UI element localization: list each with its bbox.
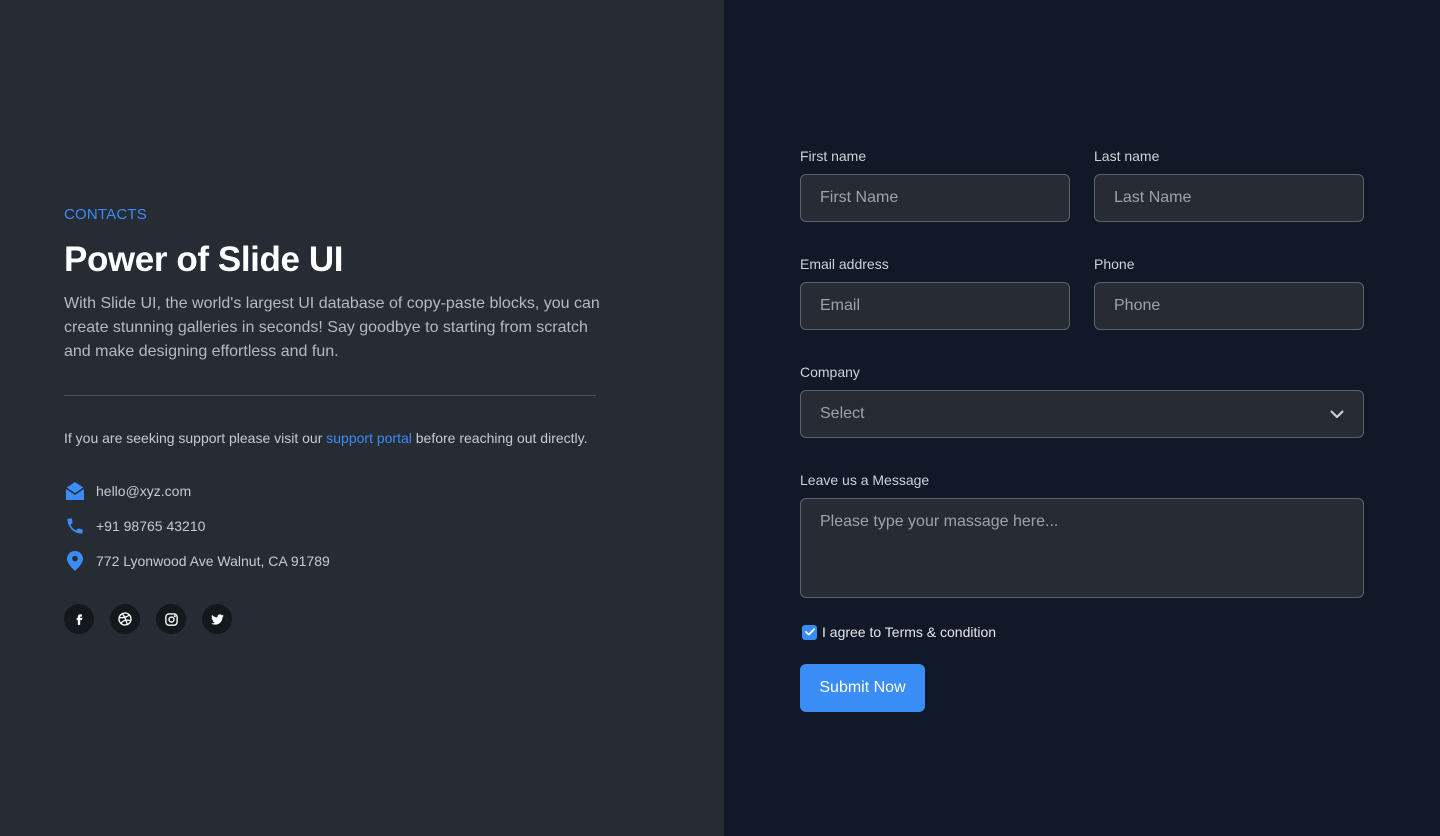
contact-email: hello@xyz.com [64, 480, 664, 502]
name-row: First name First Name Last name Last Nam… [800, 148, 1364, 222]
contact-phone-text: +91 98765 43210 [96, 518, 206, 534]
contact-address: 772 Lyonwood Ave Walnut, CA 91789 [64, 550, 664, 572]
support-text: If you are seeking support please visit … [64, 428, 664, 448]
dribbble-icon [118, 612, 132, 626]
contact-form: First name First Name Last name Last Nam… [800, 148, 1364, 712]
facebook-link[interactable] [64, 604, 94, 634]
terms-label[interactable]: I agree to Terms & condition [822, 624, 996, 640]
phone-group: Phone Phone [1094, 256, 1364, 330]
contact-info-content: CONTACTS Power of Slide UI With Slide UI… [64, 206, 664, 634]
support-text-prefix: If you are seeking support please visit … [64, 430, 327, 446]
company-label: Company [800, 364, 860, 380]
instagram-link[interactable] [156, 604, 186, 634]
message-group: Leave us a Message Please type your mass… [800, 472, 1364, 598]
last-name-input[interactable]: Last Name [1094, 174, 1364, 222]
instagram-icon [164, 612, 178, 626]
contact-address-text: 772 Lyonwood Ave Walnut, CA 91789 [96, 553, 330, 569]
chevron-down-icon [1330, 410, 1344, 418]
terms-row: I agree to Terms & condition [800, 624, 1364, 640]
company-select[interactable]: Select [800, 390, 1364, 438]
company-group: Company Select [800, 364, 1364, 438]
phone-label: Phone [1094, 256, 1135, 272]
support-portal-link[interactable]: support portal [326, 430, 412, 446]
contact-list: hello@xyz.com +91 98765 43210 772 Lyonwo… [64, 480, 664, 572]
contact-info-panel: CONTACTS Power of Slide UI With Slide UI… [0, 0, 724, 836]
contact-email-text: hello@xyz.com [96, 483, 192, 499]
message-label: Leave us a Message [800, 472, 930, 488]
submit-button[interactable]: Submit Now [800, 664, 925, 712]
contact-page: CONTACTS Power of Slide UI With Slide UI… [0, 0, 1440, 836]
first-name-input[interactable]: First Name [800, 174, 1070, 222]
section-eyebrow: CONTACTS [64, 206, 147, 223]
mail-icon [64, 480, 86, 502]
facebook-icon [76, 614, 83, 625]
phone-icon [64, 515, 86, 537]
social-links [64, 604, 664, 634]
company-select-value: Select [820, 405, 865, 422]
email-input[interactable]: Email [800, 282, 1070, 330]
email-label: Email address [800, 256, 889, 272]
checkmark-icon [804, 628, 815, 636]
phone-input[interactable]: Phone [1094, 282, 1364, 330]
divider [64, 395, 596, 396]
contact-row-fields: Email address Email Phone Phone [800, 256, 1364, 330]
email-group: Email address Email [800, 256, 1070, 330]
twitter-icon [210, 613, 224, 625]
last-name-label: Last name [1094, 148, 1160, 164]
first-name-label: First name [800, 148, 867, 164]
dribbble-link[interactable] [110, 604, 140, 634]
contact-phone: +91 98765 43210 [64, 515, 664, 537]
page-description: With Slide UI, the world's largest UI da… [64, 295, 600, 360]
support-text-suffix: before reaching out directly. [411, 430, 588, 446]
terms-checkbox[interactable] [802, 624, 817, 640]
last-name-group: Last name Last Name [1094, 148, 1364, 222]
page-title: Power of Slide UI [64, 240, 344, 279]
twitter-link[interactable] [202, 604, 232, 634]
contact-form-panel: First name First Name Last name Last Nam… [724, 0, 1440, 836]
message-textarea[interactable]: Please type your massage here... [800, 498, 1364, 598]
location-pin-icon [64, 550, 86, 572]
first-name-group: First name First Name [800, 148, 1070, 222]
